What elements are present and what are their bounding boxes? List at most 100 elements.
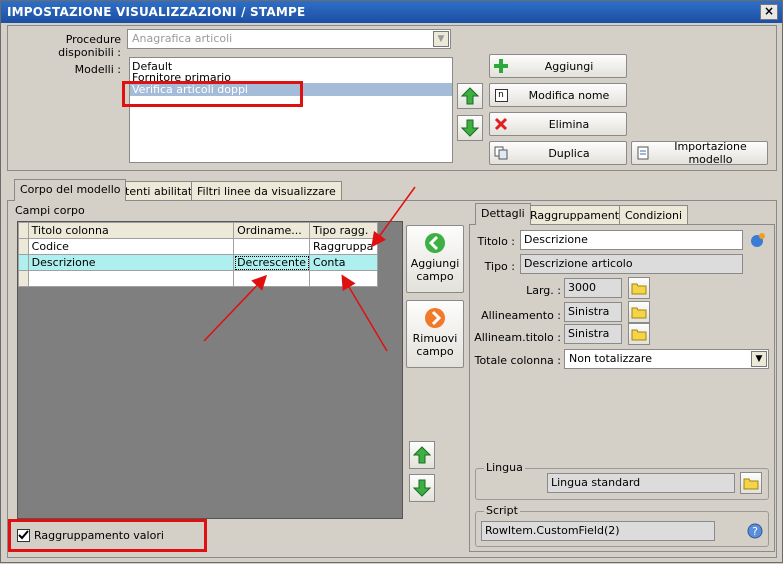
raggruppamento-label: Raggruppamento valori — [34, 529, 164, 542]
modelli-list[interactable]: Default Fornitore primario Verifica arti… — [129, 57, 453, 163]
remove-field-label-2: campo — [416, 345, 454, 358]
column-header[interactable]: Ordiname... — [233, 222, 311, 239]
arrow-up-icon — [413, 446, 431, 464]
tab-filtri-linee[interactable]: Filtri linee da visualizzare — [191, 181, 342, 201]
column-header[interactable]: Titolo colonna — [27, 222, 235, 239]
procedure-value: Anagrafica articoli — [132, 32, 233, 45]
chevron-down-icon[interactable]: ▼ — [433, 31, 449, 47]
window-title: IMPOSTAZIONE VISUALIZZAZIONI / STAMPE — [7, 5, 306, 19]
model-move-up-button[interactable] — [457, 83, 483, 109]
arrow-down-icon — [461, 119, 479, 137]
settings-window: IMPOSTAZIONE VISUALIZZAZIONI / STAMPE × … — [0, 0, 783, 563]
procedure-combo[interactable]: Anagrafica articoli ▼ — [127, 29, 451, 49]
row-header — [18, 254, 29, 271]
tab-corpo-modello[interactable]: Corpo del modello — [14, 179, 127, 201]
remove-field-label-1: Rimuovi — [412, 332, 458, 345]
totale-colonna-value: Non totalizzare — [569, 352, 652, 365]
totale-colonna-combo[interactable]: Non totalizzare ▼ — [564, 349, 769, 369]
field-move-up-button[interactable] — [409, 441, 435, 469]
delete-model-button[interactable]: Elimina — [489, 112, 627, 136]
tipo-value: Descrizione articolo — [520, 254, 743, 274]
table-cell[interactable]: Raggruppa — [309, 238, 378, 255]
raggruppamento-checkbox[interactable]: Raggruppamento valori — [17, 529, 164, 542]
table-row-selected[interactable]: Descrizione Decrescente Conta — [18, 254, 378, 271]
lingua-title: Lingua — [484, 461, 525, 474]
window-titlebar: IMPOSTAZIONE VISUALIZZAZIONI / STAMPE — [1, 1, 782, 23]
folder-icon — [631, 283, 647, 295]
chevron-down-icon[interactable]: ▼ — [751, 351, 767, 367]
rename-icon: n — [494, 88, 508, 102]
allineamento-label: Allineamento : — [481, 309, 561, 322]
table-cell[interactable] — [309, 270, 378, 287]
allineamento-value: Sinistra — [564, 302, 622, 322]
import-icon — [637, 146, 649, 160]
add-model-label: Aggiungi — [544, 59, 594, 73]
close-button[interactable]: × — [760, 4, 778, 20]
remove-field-button[interactable]: Rimuovi campo — [406, 300, 464, 368]
allineam-titolo-label: Allineam.titolo : — [474, 331, 561, 344]
lingua-button[interactable] — [740, 472, 762, 494]
arrow-up-icon — [461, 87, 479, 105]
allineamento-button[interactable] — [628, 301, 650, 323]
larg-label: Larg. : — [526, 284, 561, 297]
larg-value: 3000 — [564, 278, 622, 298]
arrow-down-icon — [413, 479, 431, 497]
column-header[interactable]: Tipo ragg. — [309, 222, 378, 239]
table-cell[interactable]: Conta — [309, 254, 378, 271]
delete-model-label: Elimina — [548, 117, 590, 131]
table-cell[interactable] — [27, 270, 235, 287]
allineam-titolo-button[interactable] — [628, 323, 650, 345]
row-header — [18, 238, 29, 255]
arrow-right-circle-icon — [425, 308, 445, 328]
duplicate-icon — [494, 146, 508, 160]
check-icon — [18, 530, 29, 540]
table-cell[interactable]: Codice — [27, 238, 235, 255]
add-model-button[interactable]: Aggiungi — [489, 54, 627, 78]
list-item-selected[interactable]: Verifica articoli doppi — [130, 83, 452, 96]
table-cell[interactable] — [233, 270, 311, 287]
folder-icon — [631, 307, 647, 319]
lingua-value: Lingua standard — [547, 473, 735, 493]
duplicate-model-label: Duplica — [548, 146, 590, 160]
campi-corpo-table: Titolo colonna Ordiname... Tipo ragg. Co… — [18, 222, 378, 287]
titolo-edit-button[interactable] — [747, 230, 769, 250]
titolo-input[interactable]: Descrizione — [520, 230, 743, 250]
folder-icon — [743, 478, 759, 490]
import-model-button[interactable]: Importazione modello — [631, 140, 768, 166]
add-field-button[interactable]: Aggiungi campo — [406, 225, 464, 293]
tab-condizioni[interactable]: Condizioni — [619, 205, 689, 225]
tipo-label: Tipo : — [484, 260, 515, 273]
campi-corpo-title: Campi corpo — [15, 204, 85, 217]
rename-model-label: Modifica nome — [528, 88, 610, 102]
larg-button[interactable] — [628, 277, 650, 299]
checkbox-box[interactable] — [17, 529, 30, 542]
tab-raggruppamento[interactable]: Raggruppamento — [524, 205, 632, 225]
modelli-label: Modelli : — [74, 63, 121, 76]
row-header — [18, 222, 29, 239]
folder-icon — [631, 329, 647, 341]
arrow-left-circle-icon — [425, 233, 445, 253]
row-header — [18, 270, 29, 287]
titolo-label: Titolo : — [477, 235, 515, 248]
allineam-titolo-value: Sinistra — [564, 324, 622, 344]
script-title: Script — [484, 504, 520, 517]
script-help-button[interactable]: ? — [745, 521, 765, 541]
duplicate-model-button[interactable]: Duplica — [489, 141, 627, 165]
table-cell[interactable] — [233, 238, 311, 255]
table-row[interactable]: Codice Raggruppa — [18, 238, 378, 255]
rename-model-button[interactable]: n Modifica nome — [489, 83, 627, 107]
table-cell[interactable]: Decrescente — [233, 254, 311, 271]
model-move-down-button[interactable] — [457, 115, 483, 141]
tab-dettagli[interactable]: Dettagli — [475, 203, 531, 225]
table-row[interactable] — [18, 270, 378, 287]
add-field-label-2: campo — [416, 270, 454, 283]
paint-icon — [751, 233, 765, 247]
plus-icon — [494, 59, 508, 73]
campi-corpo-grid[interactable]: Titolo colonna Ordiname... Tipo ragg. Co… — [17, 221, 403, 519]
svg-text:?: ? — [752, 525, 758, 538]
field-move-down-button[interactable] — [409, 474, 435, 502]
help-icon: ? — [747, 523, 763, 539]
script-value: RowItem.CustomField(2) — [481, 521, 715, 541]
table-cell[interactable]: Descrizione — [27, 254, 235, 271]
import-model-label: Importazione modello — [674, 140, 747, 166]
